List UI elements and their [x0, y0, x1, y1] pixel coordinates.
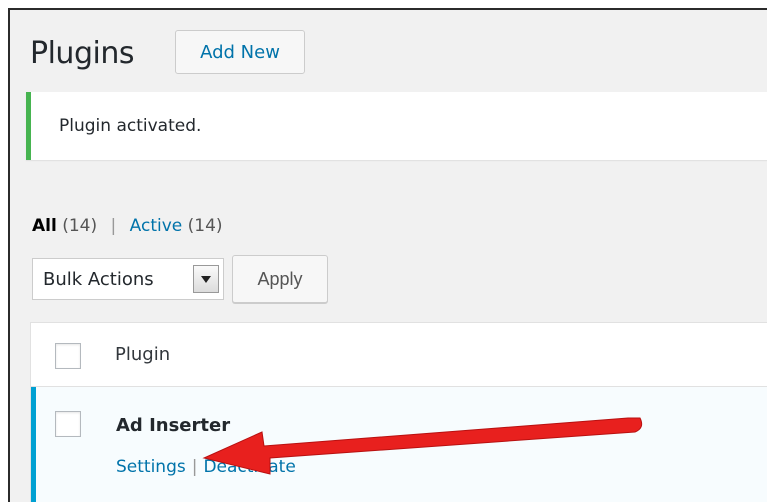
filter-active[interactable]: Active: [130, 216, 183, 236]
row-actions: Settings | Deactivate: [116, 457, 296, 477]
column-header-plugin: Plugin: [115, 344, 171, 365]
bulk-actions-value: Bulk Actions: [43, 268, 154, 290]
filter-separator: |: [110, 216, 117, 236]
plugin-filters: All (14) | Active (14): [32, 216, 223, 236]
table-header: Plugin: [31, 323, 767, 387]
bulk-actions-select[interactable]: Bulk Actions: [32, 258, 224, 300]
select-all-checkbox[interactable]: [55, 343, 81, 369]
admin-screen: Plugins Add New Plugin activated. All (1…: [8, 8, 767, 502]
activation-notice: Plugin activated.: [26, 92, 767, 160]
plugins-table: Plugin Ad Inserter Settings | Deactivate: [30, 322, 767, 502]
plugin-name: Ad Inserter: [116, 415, 231, 436]
table-row: Ad Inserter Settings | Deactivate: [31, 387, 767, 502]
filter-all[interactable]: All: [32, 216, 57, 236]
settings-link[interactable]: Settings: [116, 457, 186, 477]
row-checkbox[interactable]: [55, 411, 81, 437]
add-new-button[interactable]: Add New: [175, 30, 305, 74]
notice-message: Plugin activated.: [59, 116, 202, 136]
page-title: Plugins: [30, 36, 134, 71]
chevron-down-icon[interactable]: [193, 265, 219, 293]
filter-active-count: (14): [187, 216, 223, 236]
apply-button[interactable]: Apply: [232, 255, 328, 303]
deactivate-link[interactable]: Deactivate: [203, 457, 295, 477]
filter-all-count: (14): [62, 216, 98, 236]
